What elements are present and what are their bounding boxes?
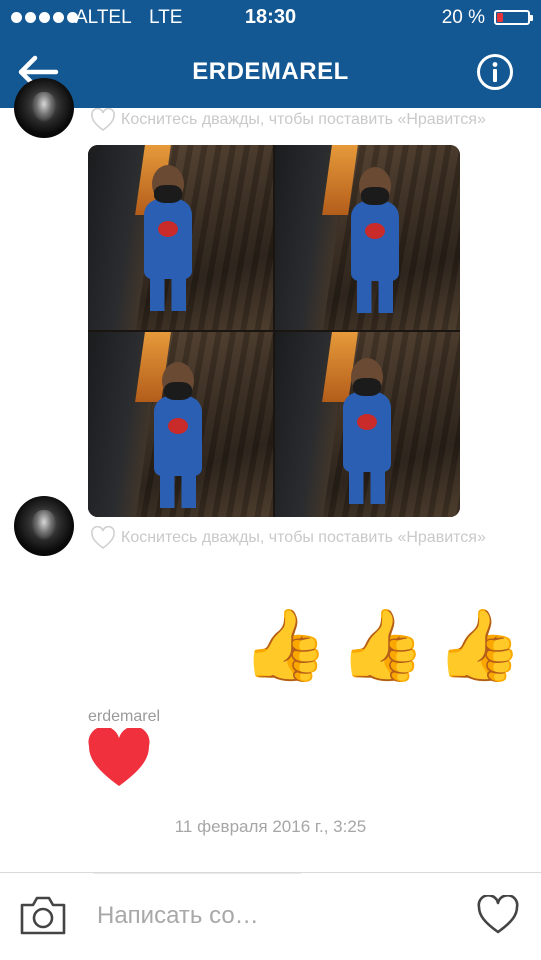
thumbs-up-emoji: 👍 [435,606,523,684]
photo-tile [88,332,273,517]
thumbs-up-emoji: 👍 [338,606,426,684]
sender-avatar[interactable] [14,78,74,138]
battery-percent: 20 % [441,7,485,28]
navigation-bar: ERDEMAREL [0,36,541,108]
photo-tile [88,145,273,330]
composer-divider [93,873,301,874]
heart-outline-icon [91,108,115,132]
message-input[interactable] [97,896,397,936]
conversation-title: ERDEMAREL [192,58,349,85]
like-hint-text: Коснитесь дважды, чтобы поставить «Нрави… [121,529,486,546]
battery-icon [494,10,533,25]
info-circle-icon[interactable] [476,53,514,91]
heart-outline-icon[interactable] [477,895,519,935]
double-tap-like-hint: Коснитесь дважды, чтобы поставить «Нрави… [90,526,486,550]
top-bar: ALTEL LTE 18:30 20 % ERDEMAREL [0,0,541,108]
photo-tile [275,145,460,330]
sender-username: erdemarel [88,708,161,725]
photo-message[interactable] [88,145,460,517]
camera-icon[interactable] [18,893,68,937]
message-timestamp: 11 февраля 2016 г., 3:25 [174,817,367,836]
double-tap-like-hint: Коснитесь дважды, чтобы поставить «Нрави… [90,108,486,132]
status-bar: ALTEL LTE 18:30 20 % [0,0,541,36]
thumbs-up-message[interactable]: 👍 👍 👍 [241,605,523,685]
heart-outline-icon [91,526,115,550]
heart-filled-icon[interactable] [87,728,151,788]
battery-level-fill [497,13,503,22]
thumbs-up-emoji: 👍 [241,606,329,684]
photo-tile [275,332,460,517]
sender-avatar[interactable] [14,496,74,556]
like-hint-text: Коснитесь дважды, чтобы поставить «Нрави… [121,111,486,128]
